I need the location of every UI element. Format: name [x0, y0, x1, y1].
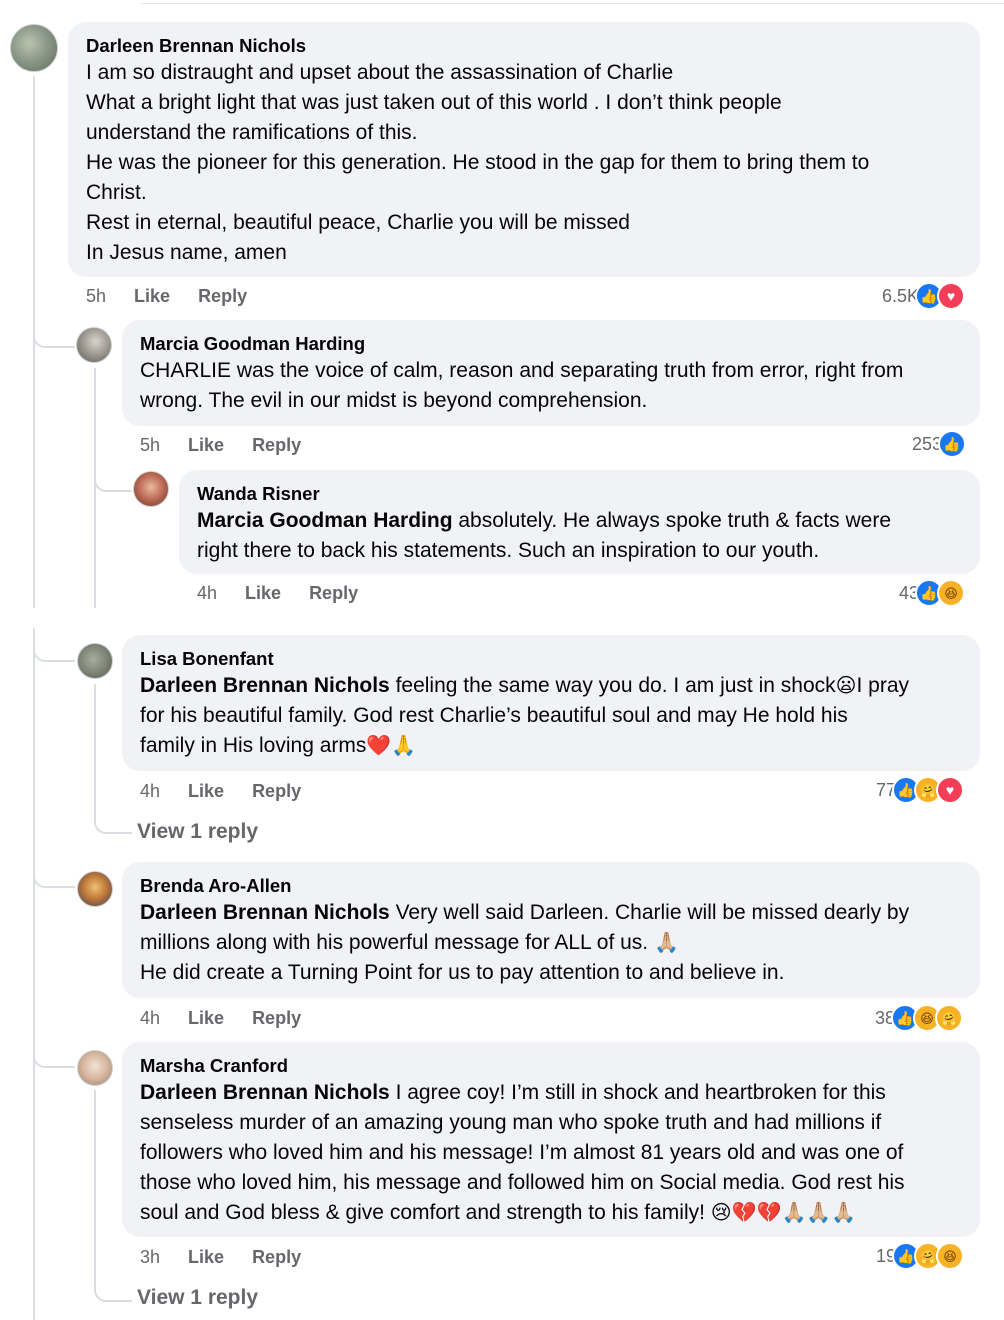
- thread-connector: [94, 466, 132, 492]
- reply-button[interactable]: Reply: [309, 583, 358, 603]
- comment-timestamp[interactable]: 4h: [140, 781, 160, 801]
- reaction-summary[interactable]: 253 👍: [912, 430, 967, 458]
- comment-author[interactable]: Wanda Risner: [197, 482, 962, 506]
- reaction-summary[interactable]: 77 👍 🤗 ♥: [876, 776, 965, 804]
- comment-bubble: Darleen Brennan Nichols I am so distraug…: [68, 22, 980, 277]
- comment-actions: 4h Like Reply: [197, 581, 386, 605]
- comment-text: Marcia Goodman Harding absolutely. He al…: [197, 509, 892, 562]
- mention-link[interactable]: Darleen Brennan Nichols: [140, 901, 390, 924]
- mention-link[interactable]: Marcia Goodman Harding: [197, 509, 453, 532]
- emoji-sequence: 😢💔💔🙏🏼🙏🏼🙏🏼: [710, 1202, 857, 1224]
- mention-link[interactable]: Darleen Brennan Nichols: [140, 674, 390, 697]
- like-button[interactable]: Like: [245, 583, 281, 603]
- avatar[interactable]: [77, 1050, 113, 1086]
- love-icon: ♥: [936, 776, 965, 804]
- comment-actions: 4h Like Reply: [140, 1006, 329, 1030]
- like-button[interactable]: Like: [134, 286, 170, 306]
- comment-text: Darleen Brennan Nichols feeling the same…: [140, 674, 910, 757]
- reaction-summary[interactable]: 38 👍 😆 🤗: [875, 1004, 964, 1032]
- thread-line-reply: [94, 368, 96, 608]
- view-replies-link[interactable]: View 1 reply: [137, 1284, 258, 1312]
- thread-connector: [33, 316, 75, 348]
- comment-author[interactable]: Lisa Bonenfant: [140, 647, 962, 671]
- avatar[interactable]: [77, 643, 113, 679]
- heart-pray-emoji: ❤️🙏: [366, 735, 417, 757]
- comment-text: Darleen Brennan Nichols I agree coy! I’m…: [140, 1081, 905, 1224]
- reaction-summary[interactable]: 6.5K 👍 ♥: [882, 282, 966, 310]
- thread-connector: [33, 856, 75, 888]
- comment-text: Darleen Brennan Nichols Very well said D…: [140, 901, 910, 984]
- reply-button[interactable]: Reply: [252, 781, 301, 801]
- avatar[interactable]: [10, 24, 58, 72]
- comment-timestamp[interactable]: 3h: [140, 1247, 160, 1267]
- pray-emoji: 🙏🏼: [653, 932, 679, 954]
- comment-bubble: Wanda Risner Marcia Goodman Harding abso…: [179, 470, 980, 574]
- thread-line-reply: [94, 684, 96, 814]
- thread-line-main: [33, 628, 35, 1320]
- reaction-summary[interactable]: 19 👍 🤗 😆: [876, 1242, 965, 1270]
- comment-actions: 3h Like Reply: [140, 1245, 329, 1269]
- comment-timestamp[interactable]: 5h: [140, 435, 160, 455]
- love-icon: ♥: [937, 282, 966, 310]
- comment-author[interactable]: Marsha Cranford: [140, 1054, 962, 1078]
- like-icon: 👍: [938, 430, 967, 458]
- comment-actions: 4h Like Reply: [140, 779, 329, 803]
- comment-actions: 5h Like Reply: [140, 433, 329, 457]
- reply-button[interactable]: Reply: [252, 1008, 301, 1028]
- thread-connector: [94, 800, 132, 834]
- reply-button[interactable]: Reply: [252, 1247, 301, 1267]
- comment-timestamp[interactable]: 4h: [197, 583, 217, 603]
- like-button[interactable]: Like: [188, 1008, 224, 1028]
- comment-text: I am so distraught and upset about the a…: [86, 61, 870, 264]
- like-button[interactable]: Like: [188, 781, 224, 801]
- reply-button[interactable]: Reply: [198, 286, 247, 306]
- like-button[interactable]: Like: [188, 435, 224, 455]
- comment-author[interactable]: Brenda Aro-Allen: [140, 874, 962, 898]
- avatar[interactable]: [77, 871, 113, 907]
- avatar[interactable]: [133, 471, 169, 507]
- comment-timestamp[interactable]: 4h: [140, 1008, 160, 1028]
- thread-line-reply: [94, 1090, 96, 1280]
- comment-bubble: Brenda Aro-Allen Darleen Brennan Nichols…: [122, 862, 980, 998]
- comment-bubble: Marsha Cranford Darleen Brennan Nichols …: [122, 1042, 980, 1237]
- comment-author[interactable]: Darleen Brennan Nichols: [86, 34, 962, 58]
- comment-bubble: Lisa Bonenfant Darleen Brennan Nichols f…: [122, 635, 980, 771]
- care-icon: 🤗: [935, 1004, 964, 1032]
- avatar[interactable]: [76, 327, 112, 363]
- thread-connector: [33, 1036, 75, 1068]
- comment-text: CHARLIE was the voice of calm, reason an…: [140, 359, 904, 412]
- comment-actions: 5h Like Reply: [86, 284, 275, 308]
- reaction-count: 6.5K: [882, 285, 920, 306]
- thread-connector: [33, 630, 75, 662]
- thread-connector: [94, 1268, 132, 1302]
- mention-link[interactable]: Darleen Brennan Nichols: [140, 1081, 390, 1104]
- comment-timestamp[interactable]: 5h: [86, 286, 106, 306]
- comment-bubble: Marcia Goodman Harding CHARLIE was the v…: [122, 320, 980, 426]
- haha-icon: 😆: [937, 579, 966, 607]
- frown-emoji: 😦: [835, 675, 857, 697]
- previous-comment-divider: [140, 0, 1004, 4]
- haha-icon: 😆: [936, 1242, 965, 1270]
- like-button[interactable]: Like: [188, 1247, 224, 1267]
- view-replies-link[interactable]: View 1 reply: [137, 818, 258, 846]
- comment-author[interactable]: Marcia Goodman Harding: [140, 332, 962, 356]
- reaction-summary[interactable]: 43 👍 😆: [899, 579, 966, 607]
- reply-button[interactable]: Reply: [252, 435, 301, 455]
